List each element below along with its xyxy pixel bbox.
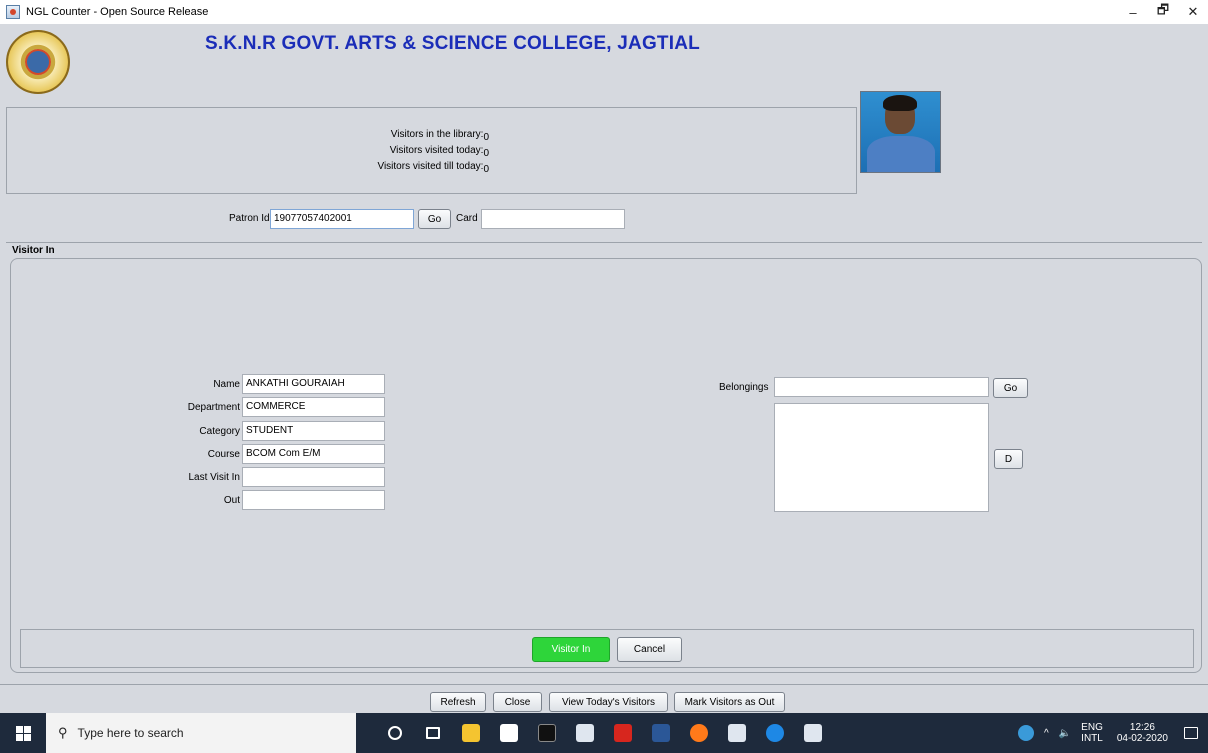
- acrobat-icon[interactable]: [604, 713, 642, 753]
- word-icon[interactable]: [642, 713, 680, 753]
- system-tray: ^ 🔈 ENG INTL 12:26 04-02-2020: [1018, 713, 1208, 753]
- store-icon[interactable]: [490, 713, 528, 753]
- help-icon[interactable]: [1018, 725, 1035, 741]
- department-label: Department: [187, 402, 240, 413]
- mark-visitors-out-button[interactable]: Mark Visitors as Out: [674, 692, 785, 712]
- windows-start-icon[interactable]: [0, 713, 46, 753]
- stat-in-library: Visitors in the library:0: [390, 129, 489, 143]
- taskbar-clock[interactable]: 12:26 04-02-2020: [1117, 722, 1168, 744]
- windows-taskbar: ⚲ Type here to search ^ 🔈 ENG INTL 12:26…: [0, 713, 1208, 753]
- window-titlebar: NGL Counter - Open Source Release – 🗗 ✕: [0, 0, 1208, 24]
- out-label: Out: [223, 495, 240, 506]
- patron-id-input[interactable]: 19077057402001: [270, 209, 414, 229]
- notification-icon[interactable]: [1184, 727, 1198, 739]
- language-indicator[interactable]: ENG INTL: [1081, 722, 1103, 744]
- course-label: Course: [207, 449, 240, 460]
- visitor-in-title: Visitor In: [12, 245, 55, 256]
- category-label: Category: [199, 426, 240, 437]
- patron-id-label: Patron Id: [229, 213, 270, 224]
- task-view-icon[interactable]: [414, 713, 452, 753]
- view-todays-visitors-button[interactable]: View Today's Visitors: [549, 692, 668, 712]
- taskbar-search-input[interactable]: ⚲ Type here to search: [46, 713, 356, 753]
- category-field[interactable]: STUDENT: [242, 421, 385, 441]
- terminal-icon[interactable]: [528, 713, 566, 753]
- file-explorer-icon[interactable]: [452, 713, 490, 753]
- name-field[interactable]: ANKATHI GOURAIAH: [242, 374, 385, 394]
- college-logo: [6, 30, 70, 94]
- department-field[interactable]: COMMERCE: [242, 397, 385, 417]
- college-name: S.K.N.R GOVT. ARTS & SCIENCE COLLEGE, JA…: [205, 33, 700, 54]
- search-icon: ⚲: [58, 725, 68, 740]
- last-visit-label: Last Visit In: [188, 472, 240, 483]
- java-app-icon: [6, 5, 20, 19]
- restore-button[interactable]: 🗗: [1148, 0, 1178, 24]
- delete-belonging-button[interactable]: D: [994, 449, 1023, 469]
- close-button[interactable]: Close: [493, 692, 542, 712]
- out-field[interactable]: [242, 490, 385, 510]
- stat-visited-till-today: Visitors visited till today:0: [377, 161, 489, 175]
- window-title: NGL Counter - Open Source Release: [26, 6, 209, 18]
- course-field[interactable]: BCOM Com E/M: [242, 444, 385, 464]
- volume-icon[interactable]: 🔈: [1059, 728, 1071, 739]
- stat-visited-today: Visitors visited today:0: [389, 145, 489, 159]
- stats-panel: Visitors in the library:0 Visitors visit…: [6, 107, 857, 194]
- cancel-button[interactable]: Cancel: [617, 637, 682, 662]
- name-label: Name: [213, 379, 240, 390]
- refresh-button[interactable]: Refresh: [430, 692, 486, 712]
- cortana-icon[interactable]: [376, 713, 414, 753]
- belongings-input[interactable]: [774, 377, 989, 397]
- patron-photo: [860, 91, 941, 173]
- close-window-button[interactable]: ✕: [1178, 0, 1208, 24]
- java-icon[interactable]: [794, 713, 832, 753]
- java-icon[interactable]: [566, 713, 604, 753]
- belongings-list[interactable]: [774, 403, 989, 512]
- edge-icon[interactable]: [756, 713, 794, 753]
- card-label: Card: [456, 213, 478, 224]
- visitor-in-panel: [10, 258, 1202, 673]
- last-visit-field[interactable]: [242, 467, 385, 487]
- visitor-in-button[interactable]: Visitor In: [532, 637, 610, 662]
- java-icon[interactable]: [718, 713, 756, 753]
- visitor-in-header: Visitor In: [6, 242, 1202, 258]
- chevron-up-icon[interactable]: ^: [1044, 728, 1049, 739]
- firefox-icon[interactable]: [680, 713, 718, 753]
- belongings-label: Belongings: [719, 382, 769, 393]
- card-input[interactable]: [481, 209, 625, 229]
- belongings-go-button[interactable]: Go: [993, 378, 1028, 398]
- patron-go-button[interactable]: Go: [418, 209, 451, 229]
- minimize-button[interactable]: –: [1118, 0, 1148, 24]
